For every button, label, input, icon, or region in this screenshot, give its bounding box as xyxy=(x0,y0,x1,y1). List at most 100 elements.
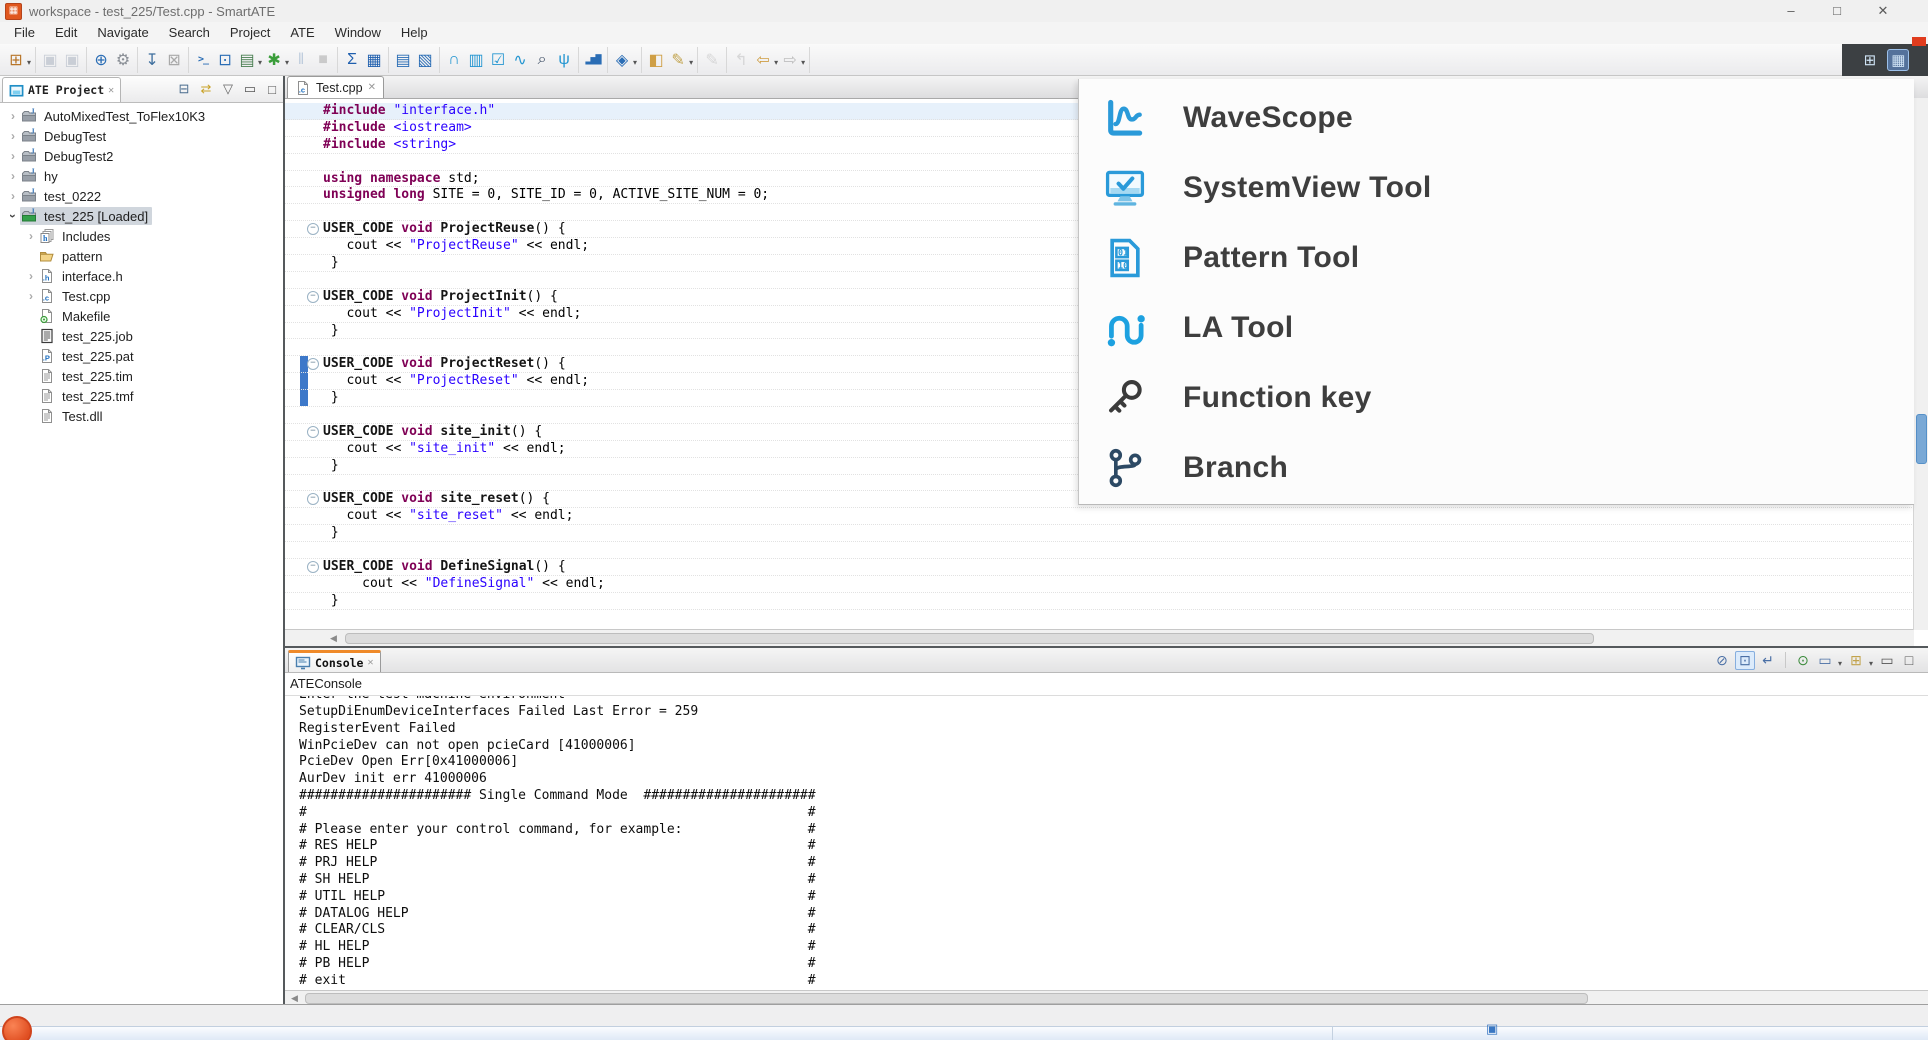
display-console-dropdown-icon[interactable]: ▾ xyxy=(1838,659,1842,668)
menu-ate[interactable]: ATE xyxy=(280,22,324,44)
debug-dropdown-icon[interactable]: ▾ xyxy=(285,58,289,67)
fold-collapse-icon[interactable]: − xyxy=(307,493,319,505)
maximize-view-icon[interactable]: □ xyxy=(263,82,281,97)
open-console-dropdown-icon[interactable]: ▾ xyxy=(1869,659,1873,668)
close-icon[interactable]: ✕ xyxy=(368,82,376,93)
tree-item-test-225-loaded-[interactable]: ›Jtest_225 [Loaded] xyxy=(0,206,283,226)
board-type-dropdown-icon[interactable]: ▾ xyxy=(258,58,262,67)
minimize-window-button[interactable]: – xyxy=(1768,0,1814,22)
minimize-view-icon[interactable]: ▭ xyxy=(241,81,259,97)
tree-item-includes[interactable]: ›hIncludes xyxy=(0,226,283,246)
word-wrap-icon[interactable]: ↵ xyxy=(1759,652,1777,669)
scrollbar-thumb[interactable] xyxy=(1916,414,1927,464)
collapsed-arrow-icon[interactable]: › xyxy=(6,109,20,123)
tab-ate-project[interactable]: ATE Project ✕ xyxy=(2,77,121,102)
tree-item-test-0222[interactable]: ›Jtest_0222 xyxy=(0,186,283,206)
menu-item-la-tool[interactable]: LA Tool xyxy=(1079,293,1914,363)
tree-item-test-225-tmf[interactable]: test_225.tmf xyxy=(0,386,283,406)
collapsed-arrow-icon[interactable]: › xyxy=(6,189,20,203)
scrollbar-thumb[interactable] xyxy=(305,993,1588,1004)
scrollbar-thumb[interactable] xyxy=(345,633,1594,644)
close-icon[interactable]: ✕ xyxy=(108,85,114,96)
build-settings-icon[interactable]: ⚙ xyxy=(112,48,134,72)
collapsed-arrow-icon[interactable]: › xyxy=(6,129,20,143)
build-icon[interactable]: ⊕ xyxy=(90,48,112,72)
forward-dropdown-icon[interactable]: ▾ xyxy=(801,58,805,67)
menu-item-function-key[interactable]: Function key xyxy=(1079,363,1914,433)
menu-search[interactable]: Search xyxy=(159,22,220,44)
back-dropdown-icon[interactable]: ▾ xyxy=(774,58,778,67)
menu-item-branch[interactable]: Branch xyxy=(1079,433,1914,503)
menu-item-wavescope[interactable]: WaveScope xyxy=(1079,83,1914,153)
board-type-icon[interactable]: ▤ xyxy=(236,48,258,72)
menu-file[interactable]: File xyxy=(4,22,45,44)
tree-item-debugtest2[interactable]: ›JDebugTest2 xyxy=(0,146,283,166)
collapsed-arrow-icon[interactable]: › xyxy=(24,289,38,303)
ate-perspective-icon[interactable]: ▦ xyxy=(1887,49,1909,71)
menu-item-systemview-tool[interactable]: SystemView Tool xyxy=(1079,153,1914,223)
download-icon[interactable]: ↧ xyxy=(141,48,163,72)
fold-collapse-icon[interactable]: − xyxy=(307,426,319,438)
tree-item-pattern[interactable]: pattern xyxy=(0,246,283,266)
tree-item-interface-h[interactable]: ›.hinterface.h xyxy=(0,266,283,286)
forward-icon[interactable]: ⇨ xyxy=(779,48,801,72)
minimize-console-icon[interactable]: ▭ xyxy=(1878,652,1896,669)
close-window-button[interactable]: ✕ xyxy=(1860,0,1906,22)
tab-test-cpp[interactable]: .c Test.cpp ✕ xyxy=(287,76,384,98)
tray-app-icon[interactable]: ▣ xyxy=(1486,1021,1498,1037)
menu-project[interactable]: Project xyxy=(220,22,280,44)
branch-icon[interactable]: ψ xyxy=(553,48,575,72)
tree-item-test-cpp[interactable]: ›.cTest.cpp xyxy=(0,286,283,306)
maximize-console-icon[interactable]: □ xyxy=(1900,652,1918,668)
clear-console-icon[interactable]: ⊘ xyxy=(1713,652,1731,669)
report-doc-icon[interactable]: ▤ xyxy=(392,48,414,72)
datalog-grid-icon[interactable]: ▦ xyxy=(363,48,385,72)
edit-mark-dropdown-icon[interactable]: ▾ xyxy=(689,58,693,67)
tree-item-makefile[interactable]: Makefile xyxy=(0,306,283,326)
tree-item-test-225-tim[interactable]: test_225.tim xyxy=(0,366,283,386)
tree-item-automixedtest-toflex10k3[interactable]: ›JAutoMixedTest_ToFlex10K3 xyxy=(0,106,283,126)
menu-help[interactable]: Help xyxy=(391,22,438,44)
back-icon[interactable]: ⇦ xyxy=(752,48,774,72)
display-console-icon[interactable]: ▭ xyxy=(1816,652,1834,669)
terminal-icon[interactable]: >_ xyxy=(192,48,214,72)
run-tools-dropdown-icon[interactable]: ▾ xyxy=(633,58,637,67)
tree-item-test-dll[interactable]: Test.dll xyxy=(0,406,283,426)
fold-collapse-icon[interactable]: − xyxy=(307,561,319,573)
open-pattern-icon[interactable]: ◧ xyxy=(645,48,667,72)
tree-item-test-225-job[interactable]: test_225.job xyxy=(0,326,283,346)
console-horizontal-scrollbar[interactable]: ◀ xyxy=(285,990,1928,1005)
close-icon[interactable]: ✕ xyxy=(367,657,373,668)
editor-horizontal-scrollbar[interactable]: ◀ xyxy=(285,629,1914,646)
collapse-all-icon[interactable]: ⊟ xyxy=(175,81,193,97)
collapsed-arrow-icon[interactable]: › xyxy=(6,149,20,163)
editor-vertical-scrollbar[interactable] xyxy=(1913,98,1928,630)
systemview-icon[interactable]: ☑ xyxy=(487,48,509,72)
open-perspective-icon[interactable]: ⊞ xyxy=(1861,50,1880,70)
export-doc-icon[interactable]: ▧ xyxy=(414,48,436,72)
tree-item-hy[interactable]: ›Jhy xyxy=(0,166,283,186)
fold-collapse-icon[interactable]: − xyxy=(307,358,319,370)
expanded-arrow-icon[interactable]: › xyxy=(6,209,20,223)
launcher-logo-icon[interactable] xyxy=(2,1016,32,1040)
scroll-lock-icon[interactable]: ⊡ xyxy=(1735,651,1755,670)
menu-navigate[interactable]: Navigate xyxy=(87,22,158,44)
collapsed-arrow-icon[interactable]: › xyxy=(6,169,20,183)
menu-edit[interactable]: Edit xyxy=(45,22,87,44)
edit-mark-icon[interactable]: ✎ xyxy=(667,48,689,72)
load-board-icon[interactable]: ⊡ xyxy=(214,48,236,72)
bar-chart-icon[interactable]: ▂▅▇ xyxy=(582,48,604,72)
open-console-icon[interactable]: ⊞ xyxy=(1847,652,1865,669)
tab-console[interactable]: Console ✕ xyxy=(288,650,381,672)
console-output[interactable]: Enter the test machine environment Setup… xyxy=(285,696,1928,990)
link-editor-icon[interactable]: ⇄ xyxy=(197,81,215,97)
sum-icon[interactable]: Σ xyxy=(341,48,363,72)
pin-console-icon[interactable]: ⊙ xyxy=(1794,652,1812,669)
run-tools-icon[interactable]: ◈ xyxy=(611,48,633,72)
menu-window[interactable]: Window xyxy=(325,22,391,44)
pattern-tool-icon[interactable]: ▥ xyxy=(465,48,487,72)
la-tool-icon[interactable]: ∩ xyxy=(443,48,465,72)
new-wizard-dropdown-icon[interactable]: ▾ xyxy=(27,58,31,67)
collapsed-arrow-icon[interactable]: › xyxy=(24,229,38,243)
tree-item-debugtest[interactable]: ›JDebugTest xyxy=(0,126,283,146)
